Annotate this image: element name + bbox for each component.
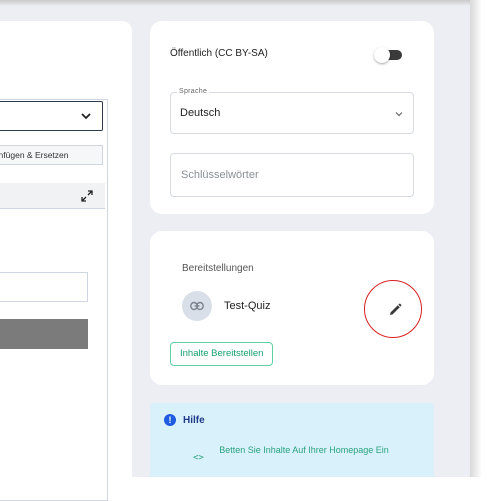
link-icon-avatar [182,291,212,321]
editor-gray-bar [0,319,88,349]
embed-content-link[interactable]: Betten Sie Inhalte Auf Ihrer Homepage Ei… [212,443,396,458]
insert-replace-label: Einfügen & Ersetzen [0,150,69,160]
editor-card: Einfügen & Ersetzen [0,21,132,501]
deployments-card: Bereitstellungen Test-Quiz Inhalte Berei… [150,231,434,385]
window-top-shadow [0,0,470,6]
public-license-toggle[interactable] [374,47,402,63]
editor-toolbar [0,183,105,209]
help-title: Hilfe [183,415,205,426]
window-edge-shadow [470,0,487,477]
fullscreen-expand-icon[interactable] [81,190,93,202]
pencil-edit-icon[interactable] [388,303,402,317]
language-select[interactable]: Sprache Deutsch [170,88,414,134]
info-icon: ! [164,414,176,426]
content-type-select[interactable] [0,101,103,131]
editor-text-field[interactable] [0,272,88,302]
public-license-label: Öffentlich (CC BY-SA) [170,48,268,59]
chevron-down-icon [395,112,403,117]
help-card: ! Hilfe <> Betten Sie Inhalte Auf Ihrer … [150,403,434,477]
insert-replace-button[interactable]: Einfügen & Ersetzen [0,145,103,165]
deployments-title: Bereitstellungen [182,263,254,274]
language-value: Deutsch [180,107,221,119]
language-legend: Sprache [177,88,210,95]
link-icon [190,301,204,311]
chevron-down-icon [81,113,91,120]
toggle-knob [374,47,390,63]
deployment-name[interactable]: Test-Quiz [224,300,270,312]
settings-card: Öffentlich (CC BY-SA) Sprache Deutsch [150,21,434,214]
keywords-input[interactable] [170,153,414,197]
code-embed-icon: <> [193,453,204,463]
deploy-content-button[interactable]: Inhalte Bereitstellen [170,342,274,366]
